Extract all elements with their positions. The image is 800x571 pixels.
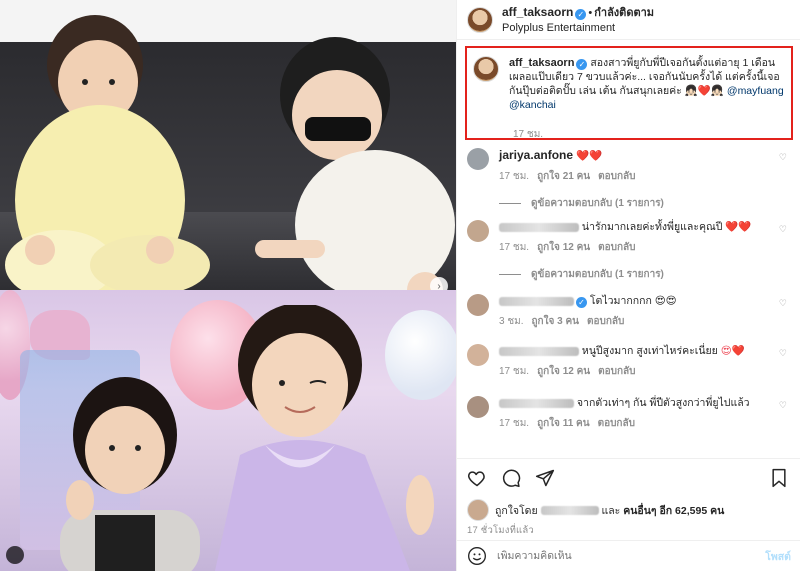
commenter-avatar[interactable]: [467, 396, 489, 418]
girl-right-illustration: [215, 305, 434, 571]
smiley-icon[interactable]: [467, 546, 487, 566]
comment-item: หนูปีสูงมาก สูงเท่าไหร่คะเนี่ยย 😍❤️ 17 ช…: [467, 344, 791, 379]
comment-emoji: ❤️❤️: [725, 221, 752, 233]
commenter-username-blurred: [499, 296, 574, 306]
share-icon[interactable]: [535, 468, 555, 488]
heart-icon[interactable]: ♡: [779, 298, 787, 309]
comment-time[interactable]: 17 ชม.: [499, 171, 529, 182]
comments-scroll-area[interactable]: aff_taksaorn ✓ สองสาวพี่ยูกับพี่ปีเจอกันต…: [457, 40, 800, 458]
caption-highlight-box: aff_taksaorn ✓ สองสาวพี่ยูกับพี่ปีเจอกันต…: [465, 46, 793, 140]
view-replies-link[interactable]: ดูข้อความตอบกลับ (1 รายการ): [499, 196, 791, 211]
caption-emojis: 👧🏻❤️👧🏻: [684, 85, 724, 97]
liker-avatar[interactable]: [467, 499, 489, 521]
comment-emoji: 😍❤️: [720, 345, 745, 357]
mention-link[interactable]: @mayfuang: [727, 85, 784, 97]
comment-text: หนูปีสูงมาก สูงเท่าไหร่คะเนี่ยย: [581, 345, 718, 357]
comment-text: โตไวมากกกก: [589, 295, 652, 307]
comment-item: jariya.anfone ❤️❤️ 17 ชม. ถูกใจ 21 คน ตอบก…: [467, 148, 791, 211]
comment-likes[interactable]: ถูกใจ 12 คน: [537, 366, 590, 377]
comment-input[interactable]: [497, 550, 766, 562]
bookmark-icon[interactable]: [769, 468, 789, 488]
heart-icon[interactable]: ♡: [779, 348, 787, 359]
comment-icon[interactable]: [501, 468, 521, 488]
comment-likes[interactable]: ถูกใจ 12 คน: [537, 242, 590, 253]
caption-username[interactable]: aff_taksaorn: [509, 57, 574, 69]
following-button[interactable]: กำลังติดตาม: [594, 7, 654, 19]
post-header: aff_taksaorn ✓ • กำลังติดตาม Polyplus Enter…: [457, 0, 800, 40]
likes-prefix: ถูกใจโดย: [495, 504, 538, 517]
comment-likes[interactable]: ถูกใจ 3 คน: [532, 316, 580, 327]
likes-summary: ถูกใจโดย และ คนอื่นๆ อีก 62,595 คน: [467, 499, 724, 521]
post-button[interactable]: โพสต์: [765, 548, 791, 565]
verified-icon: ✓: [576, 59, 588, 70]
liker-username-blurred: [540, 506, 599, 516]
heart-icon[interactable]: [467, 468, 487, 488]
comment-text: จากตัวเท่าๆ กัน พี่ปีตัวสูงกว่าพี่ยูไปแล…: [576, 397, 750, 409]
comment-text: ❤️❤️: [575, 150, 603, 162]
mention-link[interactable]: @kanchai: [509, 99, 556, 111]
post-detail-panel: aff_taksaorn ✓ • กำลังติดตาม Polyplus Enter…: [456, 0, 800, 571]
reply-button[interactable]: ตอบกลับ: [587, 316, 624, 327]
commenter-avatar[interactable]: [467, 148, 489, 170]
likes-middle: และ: [601, 504, 621, 517]
author-username[interactable]: aff_taksaorn: [502, 5, 573, 19]
baby-girl-illustration: [5, 15, 210, 300]
photo-babies: ›: [0, 0, 456, 300]
commenter-username-blurred: [499, 398, 574, 408]
comment-likes[interactable]: ถูกใจ 21 คน: [537, 171, 590, 182]
post-actions: ถูกใจโดย และ คนอื่นๆ อีก 62,595 คน 17 ชั…: [457, 458, 800, 540]
commenter-username-blurred: [499, 222, 579, 232]
comment-time[interactable]: 3 ชม.: [499, 316, 524, 327]
baby-boy-illustration: [255, 37, 455, 300]
commenter-username-blurred: [499, 346, 579, 356]
caption-time: 17 ชม.: [513, 129, 544, 140]
girl-left-illustration: [60, 377, 200, 571]
reply-button[interactable]: ตอบกลับ: [598, 418, 635, 429]
comment-likes[interactable]: ถูกใจ 11 คน: [537, 418, 590, 429]
comment-item: จากตัวเท่าๆ กัน พี่ปีตัวสูงกว่าพี่ยูไปแล…: [467, 396, 791, 431]
comment-time[interactable]: 17 ชม.: [499, 242, 529, 253]
heart-icon[interactable]: ♡: [779, 400, 787, 411]
comment-text: น่ารักมากเลยค่ะทั้งพี่ยูและคุณปี: [581, 221, 723, 233]
author-avatar[interactable]: [467, 6, 493, 33]
caption-avatar[interactable]: [473, 56, 499, 82]
commenter-avatar[interactable]: [467, 344, 489, 366]
add-comment-bar: โพสต์: [457, 540, 800, 571]
comment-time[interactable]: 17 ชม.: [499, 366, 529, 377]
reply-button[interactable]: ตอบกลับ: [598, 242, 635, 253]
comment-time[interactable]: 17 ชม.: [499, 418, 529, 429]
commenter-avatar[interactable]: [467, 220, 489, 242]
separator-dot: •: [588, 6, 593, 19]
likes-count[interactable]: คนอื่นๆ อีก 62,595 คน: [623, 505, 724, 517]
comment-emoji: 😍😍: [654, 295, 677, 307]
heart-icon[interactable]: ♡: [779, 224, 787, 235]
commenter-avatar[interactable]: [467, 294, 489, 316]
post-photo[interactable]: ›: [0, 0, 456, 571]
caption-text: aff_taksaorn ✓ สองสาวพี่ยูกับพี่ปีเจอกันต…: [509, 56, 789, 112]
reply-button[interactable]: ตอบกลับ: [598, 366, 635, 377]
verified-icon: ✓: [576, 297, 587, 308]
comment-item: ✓ โตไวมากกกก 😍😍 3 ชม. ถูกใจ 3 คน ตอบกลับ ♡: [467, 294, 791, 329]
reply-button[interactable]: ตอบกลับ: [598, 171, 635, 182]
commenter-username[interactable]: jariya.anfone: [499, 148, 573, 162]
comment-item: น่ารักมากเลยค่ะทั้งพี่ยูและคุณปี ❤️❤️ 17…: [467, 220, 791, 282]
view-replies-link[interactable]: ดูข้อความตอบกลับ (1 รายการ): [499, 267, 791, 282]
author-subtitle[interactable]: Polyplus Entertainment: [502, 21, 654, 36]
tag-icon[interactable]: [6, 546, 24, 564]
post-age[interactable]: 17 ชั่วโมงที่แล้ว: [467, 523, 534, 538]
heart-icon[interactable]: ♡: [779, 152, 787, 163]
verified-icon: ✓: [575, 8, 587, 20]
